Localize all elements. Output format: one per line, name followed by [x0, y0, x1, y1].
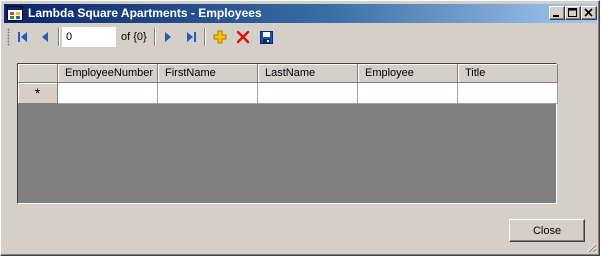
- form-icon: [7, 6, 23, 21]
- delete-button[interactable]: [233, 27, 253, 47]
- title-bar[interactable]: Lambda Square Apartments - Employees: [4, 4, 597, 23]
- resize-grip[interactable]: [585, 241, 597, 253]
- grid-cell[interactable]: [258, 83, 358, 104]
- employees-window: Lambda Square Apartments - Employees 0 o…: [0, 0, 600, 256]
- window-title: Lambda Square Apartments - Employees: [28, 6, 262, 20]
- new-row-marker[interactable]: *: [18, 83, 58, 104]
- count-label: of {0}: [121, 31, 147, 43]
- save-button[interactable]: [256, 27, 276, 47]
- position-input[interactable]: [62, 27, 116, 47]
- grid-cell[interactable]: [458, 83, 558, 104]
- employees-data-grid[interactable]: EmployeeNumber FirstName LastName Employ…: [17, 63, 558, 204]
- toolbar-separator: [204, 28, 206, 46]
- move-last-button[interactable]: [181, 27, 201, 47]
- minimize-icon: [553, 15, 559, 17]
- save-icon: [259, 30, 273, 44]
- move-last-icon: [187, 32, 196, 42]
- move-next-icon: [165, 32, 171, 42]
- move-previous-button[interactable]: [35, 27, 55, 47]
- move-first-icon: [18, 32, 27, 42]
- maximize-button[interactable]: [565, 6, 581, 20]
- close-window-button[interactable]: [581, 6, 597, 20]
- column-header[interactable]: EmployeeNumber: [58, 64, 158, 83]
- column-header[interactable]: Employee: [358, 64, 458, 83]
- grid-cell[interactable]: [358, 83, 458, 104]
- add-new-button[interactable]: [210, 27, 230, 47]
- move-next-button[interactable]: [158, 27, 178, 47]
- column-header[interactable]: FirstName: [158, 64, 258, 83]
- binding-navigator-toolbar: of {0}: [4, 24, 597, 50]
- toolbar-separator: [58, 28, 60, 46]
- maximize-icon: [568, 8, 577, 17]
- delete-icon: [236, 30, 250, 44]
- grid-cell[interactable]: [158, 83, 258, 104]
- grid-cell[interactable]: [58, 83, 158, 104]
- move-first-button[interactable]: [13, 27, 33, 47]
- close-icon: [584, 8, 593, 17]
- new-row: *: [18, 83, 558, 104]
- close-button[interactable]: Close: [509, 219, 585, 242]
- toolbar-grip[interactable]: [7, 28, 10, 46]
- column-header[interactable]: LastName: [258, 64, 358, 83]
- add-new-icon: [213, 30, 227, 44]
- minimize-button[interactable]: [549, 6, 565, 20]
- grid-corner-header[interactable]: [18, 64, 58, 83]
- column-header[interactable]: Title: [458, 64, 558, 83]
- grid-header-row: EmployeeNumber FirstName LastName Employ…: [18, 64, 558, 83]
- move-previous-icon: [42, 32, 48, 42]
- toolbar-separator: [154, 28, 156, 46]
